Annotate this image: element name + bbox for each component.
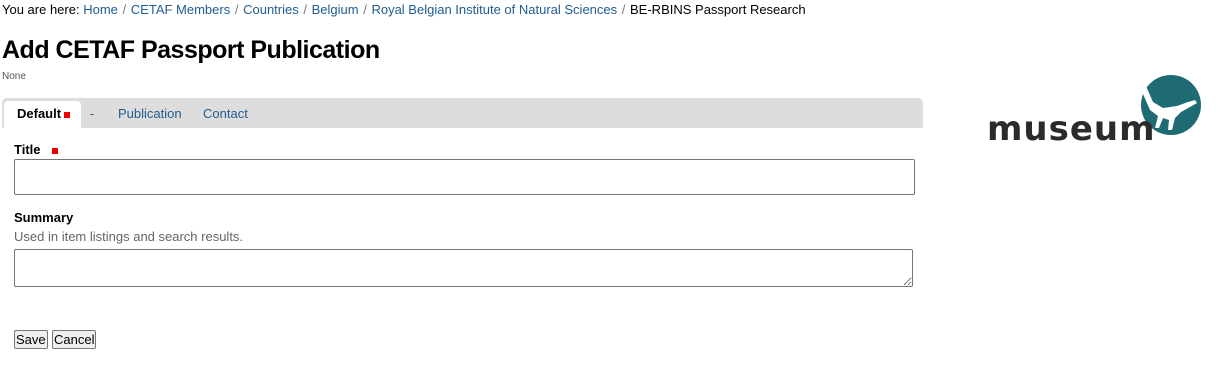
page-title: Add CETAF Passport Publication (2, 36, 380, 64)
summary-help: Used in item listings and search results… (14, 229, 244, 244)
page-description: None (2, 71, 26, 82)
title-input[interactable] (14, 159, 915, 195)
breadcrumb-separator: / (363, 2, 367, 17)
tab-default-label: Default (17, 106, 62, 121)
required-marker (64, 111, 71, 118)
breadcrumb-cetaf-members[interactable]: CETAF Members (131, 2, 230, 17)
cancel-button[interactable]: Cancel (52, 330, 97, 349)
breadcrumb-current: BE-RBINS Passport Research (630, 2, 806, 17)
breadcrumb-rbins[interactable]: Royal Belgian Institute of Natural Scien… (371, 2, 617, 17)
logo-text: museum (987, 109, 1156, 149)
breadcrumb-home[interactable]: Home (83, 2, 118, 17)
breadcrumb-belgium[interactable]: Belgium (312, 2, 359, 17)
summary-label: Summary (14, 210, 74, 225)
tab-dash[interactable]: - (90, 101, 94, 128)
tab-default[interactable]: Default (4, 101, 82, 128)
breadcrumb-prefix: You are here: (2, 2, 80, 17)
required-marker (52, 147, 59, 154)
museum-logo[interactable]: museum (985, 72, 1205, 152)
breadcrumb-separator: / (621, 2, 626, 17)
summary-textarea[interactable] (14, 249, 913, 287)
title-label: Title (14, 142, 59, 157)
breadcrumb-separator: / (234, 2, 239, 17)
title-label-text: Title (14, 142, 41, 157)
breadcrumb-separator: / (303, 2, 307, 17)
tab-bar: Default - Publication Contact (2, 98, 923, 128)
breadcrumb-countries[interactable]: Countries (243, 2, 299, 17)
breadcrumb: You are here: Home / CETAF Members / Cou… (2, 2, 806, 18)
tab-contact[interactable]: Contact (203, 101, 248, 128)
tab-publication[interactable]: Publication (118, 101, 182, 128)
save-button[interactable]: Save (14, 330, 48, 349)
breadcrumb-separator: / (122, 2, 127, 17)
